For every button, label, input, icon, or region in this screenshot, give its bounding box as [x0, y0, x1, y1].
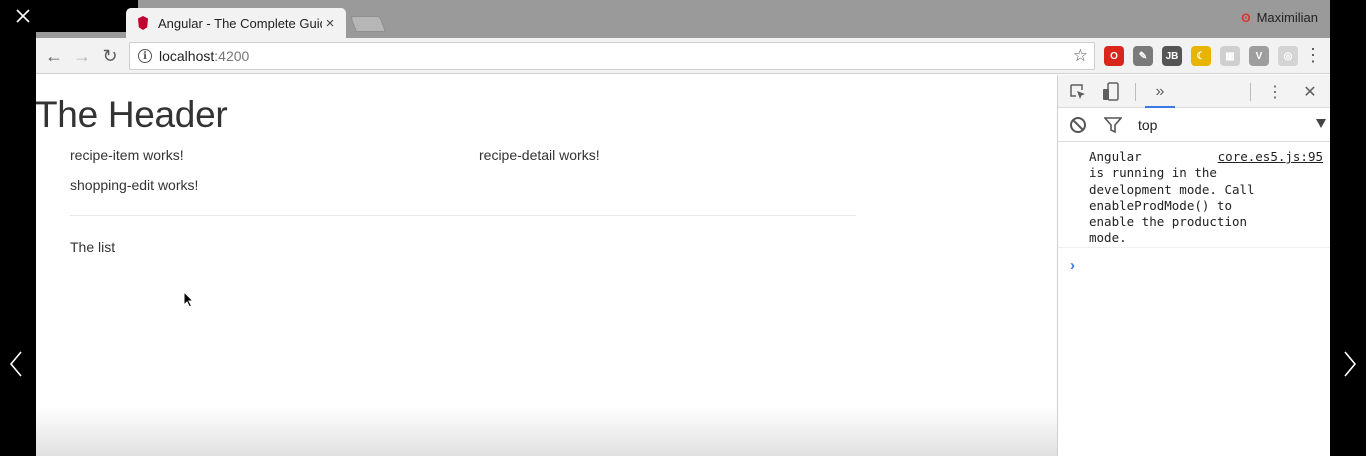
divider — [70, 215, 856, 216]
recipe-detail-text: recipe-detail works! — [479, 147, 600, 163]
new-tab-button[interactable] — [350, 16, 386, 32]
devtools-panel: » ⋮ ✕ top core.es5.js:95 Angular is runn… — [1057, 75, 1330, 456]
console-source-link[interactable]: core.es5.js:95 — [1218, 149, 1323, 165]
back-button[interactable]: ← — [42, 44, 66, 68]
clear-console-icon — [1070, 117, 1086, 133]
extensions-bar: O ✎ JB ☾ ▦ V ◎ — [1104, 46, 1298, 66]
console-message-line: mode. — [1089, 230, 1127, 246]
address-bar[interactable]: i localhost:4200 ☆ — [129, 42, 1095, 70]
grid-icon[interactable]: ▦ — [1220, 46, 1240, 66]
close-icon — [16, 9, 30, 23]
console-message: core.es5.js:95 Angular is running in the… — [1058, 142, 1330, 248]
reload-button[interactable]: ↻ — [98, 44, 122, 68]
bookmark-star-icon[interactable]: ☆ — [1073, 46, 1088, 66]
url-port: :4200 — [214, 48, 250, 64]
clear-console-button[interactable] — [1068, 115, 1088, 135]
devtools-separator — [1135, 83, 1136, 101]
filter-icon — [1104, 117, 1122, 134]
devtools-menu-button[interactable]: ⋮ — [1265, 82, 1285, 102]
console-message-line: enableProdMode() to — [1089, 197, 1232, 213]
moon-icon[interactable]: ☾ — [1191, 46, 1211, 66]
profile-name: Maximilian — [1256, 10, 1318, 25]
tab-strip: Angular - The Complete Guide × ʘ Maximil… — [36, 0, 1330, 38]
shopping-edit-text: shopping-edit works! — [70, 177, 199, 193]
arrow-right-icon: → — [73, 45, 91, 66]
context-dropdown-icon[interactable] — [1316, 119, 1326, 128]
viewer-next-button[interactable] — [1334, 340, 1366, 388]
inspect-icon — [1070, 84, 1085, 99]
browser-toolbar: ← → ↻ i localhost:4200 ☆ O ✎ JB ☾ ▦ V ◎ ⋮ — [36, 38, 1330, 74]
recipe-item-text: recipe-item works! — [70, 147, 184, 163]
arrow-left-icon: ← — [45, 45, 63, 66]
console-message-line: is running in the — [1089, 165, 1217, 181]
reload-icon: ↻ — [102, 45, 118, 66]
devtools-close-button[interactable]: ✕ — [1300, 82, 1320, 102]
console-message-line: development mode. Call — [1089, 181, 1255, 197]
console-message-line: enable the production — [1089, 214, 1248, 230]
kebab-icon: ⋮ — [1267, 84, 1283, 101]
chat-icon[interactable]: ◎ — [1278, 46, 1298, 66]
page-header: The Header — [36, 94, 228, 135]
forward-button[interactable]: → — [70, 44, 94, 68]
device-toolbar-button[interactable] — [1101, 82, 1121, 102]
url-host: localhost — [159, 48, 215, 64]
mouse-cursor-icon — [183, 291, 195, 308]
browser-menu-icon[interactable]: ⋮ — [1304, 46, 1322, 64]
close-icon: ✕ — [1303, 84, 1317, 101]
site-info-icon[interactable]: i — [138, 49, 152, 63]
chevron-left-icon — [9, 351, 22, 377]
opera-icon[interactable]: O — [1104, 46, 1124, 66]
jetbrains-icon[interactable]: JB — [1162, 46, 1182, 66]
tab-title: Angular - The Complete Guide — [158, 15, 322, 31]
filter-button[interactable] — [1103, 115, 1123, 135]
more-tabs-button[interactable]: » — [1150, 82, 1170, 102]
angular-favicon-icon — [138, 16, 148, 30]
inspect-element-button[interactable] — [1068, 82, 1088, 102]
chevron-right-icon — [1344, 351, 1357, 377]
console-prompt[interactable]: › — [1070, 257, 1075, 274]
list-text: The list — [70, 239, 116, 255]
browser-window: Angular - The Complete Guide × ʘ Maximil… — [36, 0, 1330, 456]
devtools-toolbar: » ⋮ ✕ — [1058, 75, 1330, 108]
double-chevron-icon: » — [1155, 83, 1165, 100]
console-filter-bar: top — [1058, 108, 1330, 142]
tab-angular-guide[interactable]: Angular - The Complete Guide × — [126, 8, 346, 38]
profile-icon: ʘ — [1241, 10, 1251, 25]
bottom-fade — [36, 406, 1057, 456]
devtools-separator — [1250, 83, 1251, 101]
tab-close-icon[interactable]: × — [322, 15, 338, 32]
vue-icon[interactable]: V — [1249, 46, 1269, 66]
page-content: The Header recipe-item works! recipe-det… — [36, 75, 1057, 456]
profile-button[interactable]: ʘ Maximilian — [1241, 10, 1318, 25]
context-selector[interactable]: top — [1138, 117, 1157, 133]
eyedropper-icon[interactable]: ✎ — [1133, 46, 1153, 66]
viewer-prev-button[interactable] — [0, 340, 32, 388]
tabstrip-overlay — [36, 0, 138, 32]
device-icon — [1103, 82, 1119, 101]
